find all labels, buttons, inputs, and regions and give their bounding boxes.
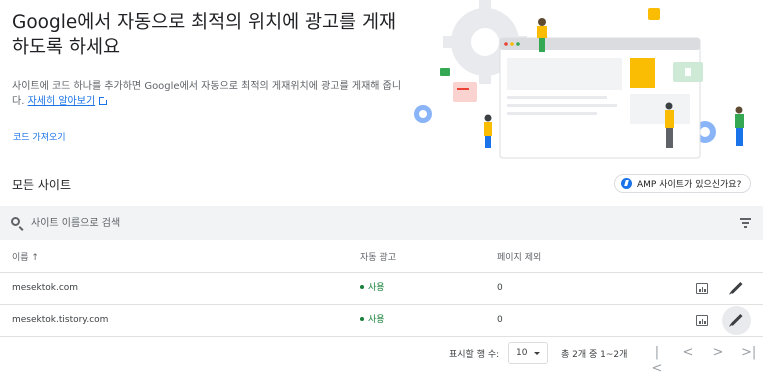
chevron-down-icon: [534, 352, 540, 355]
last-page-icon[interactable]: >|: [741, 345, 756, 361]
status-cell: 사용: [360, 305, 385, 336]
pagination: 표시할 행 수: 10 총 2개 중 1~2개 |< < > >|: [0, 342, 773, 376]
pencil-icon: [730, 281, 743, 295]
filter-icon[interactable]: [740, 218, 751, 228]
first-page-icon[interactable]: |<: [650, 345, 664, 376]
rows-per-page-label: 표시할 행 수:: [449, 350, 500, 360]
excluded-count: 0: [497, 315, 503, 325]
edit-button[interactable]: [722, 306, 751, 335]
divider: [0, 336, 763, 337]
status-text: 사용: [368, 283, 385, 293]
hero-description: 사이트에 코드 하나를 추가하면 Google에서 자동으로 최적의 게재위치에…: [12, 79, 402, 109]
prev-page-icon[interactable]: <: [681, 345, 695, 361]
amp-icon: [621, 178, 632, 189]
table-row: mesektok.com 사용 0: [0, 273, 763, 304]
site-name: mesektok.tistory.com: [12, 315, 109, 325]
status-text: 사용: [368, 315, 385, 325]
column-header-name[interactable]: 이름 ↑: [12, 244, 39, 272]
page-range: 총 2개 중 1~2개: [561, 350, 628, 360]
excluded-count: 0: [497, 283, 503, 293]
page-title: Google에서 자동으로 최적의 위치에 광고를 게재하도록 하세요: [12, 12, 396, 58]
status-dot-icon: [360, 317, 364, 321]
search-bar: [0, 206, 763, 240]
learn-more-label: 자세히 알아보기: [27, 96, 96, 107]
rows-per-page-select[interactable]: 10: [508, 342, 548, 364]
status-cell: 사용: [360, 273, 385, 304]
status-dot-icon: [360, 285, 364, 289]
search-icon: [11, 217, 20, 226]
edit-button[interactable]: [722, 274, 751, 303]
search-input[interactable]: [31, 215, 631, 231]
report-chart-icon[interactable]: [696, 283, 708, 294]
section-title: 모든 사이트: [12, 178, 72, 192]
amp-sites-button[interactable]: AMP 사이트가 있으신가요?: [614, 174, 752, 193]
get-code-link[interactable]: 코드 가져오기: [13, 130, 66, 143]
rows-per-page-value: 10: [516, 348, 528, 358]
table-row: mesektok.tistory.com 사용 0: [0, 305, 763, 336]
next-page-icon[interactable]: >: [711, 345, 725, 361]
pencil-icon: [730, 313, 743, 327]
amp-button-label: AMP 사이트가 있으신가요?: [637, 180, 742, 190]
column-header-excluded-pages: 페이지 제외: [497, 253, 542, 263]
report-chart-icon[interactable]: [696, 315, 708, 326]
learn-more-link[interactable]: 자세히 알아보기: [28, 96, 96, 107]
external-link-icon: [99, 96, 109, 105]
site-name: mesektok.com: [12, 283, 79, 293]
column-header-auto-ads: 자동 광고: [360, 253, 396, 263]
hero-illustration: [414, 0, 755, 160]
